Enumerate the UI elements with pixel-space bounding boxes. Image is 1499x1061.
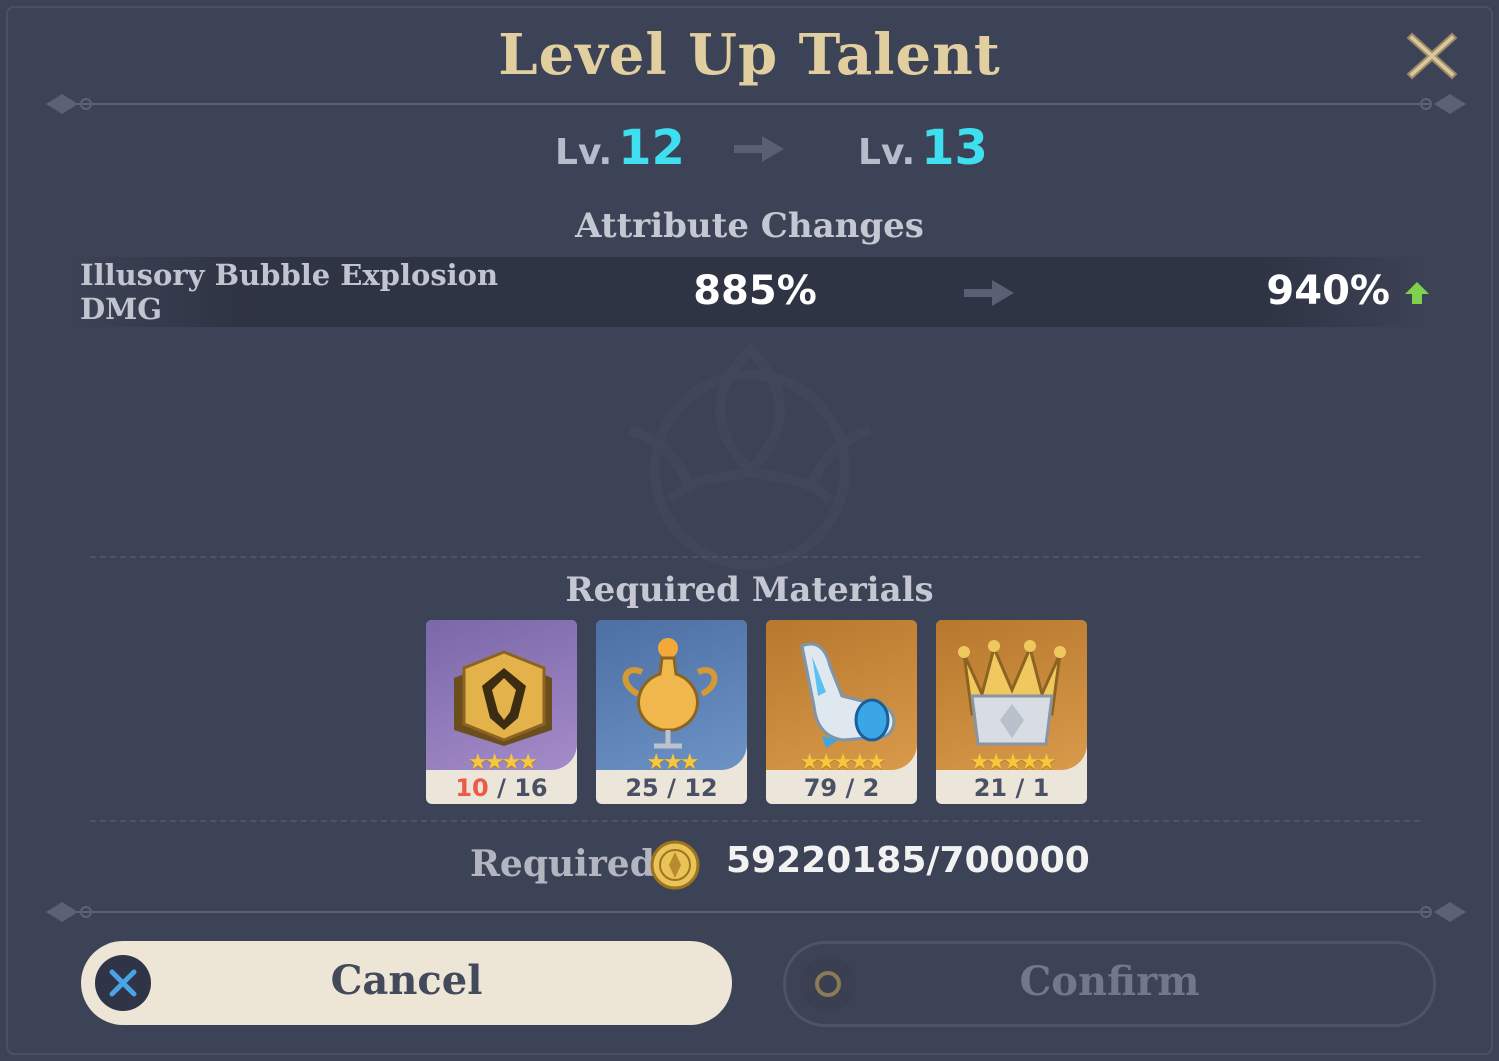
increase-arrow-icon xyxy=(1405,282,1429,304)
bottom-divider xyxy=(70,911,1430,913)
divider-ornament-left xyxy=(46,902,104,922)
material-crystal-slipper[interactable]: ★★★★★ 79 / 2 xyxy=(766,620,917,804)
talent-book-icon xyxy=(454,650,552,746)
divider-ornament-right xyxy=(1408,94,1466,114)
owned-count: 10 xyxy=(455,774,489,802)
attribute-new-value: 940% xyxy=(1266,268,1390,314)
divider-ornament-left xyxy=(46,94,104,114)
cancel-label: Cancel xyxy=(330,957,483,1004)
level-prefix: Lv. xyxy=(555,132,613,173)
crown-of-insight-icon xyxy=(958,640,1066,746)
attribute-arrow-icon xyxy=(964,280,1014,306)
materials-list: ★★★★ 10 / 16 ★★★ 25 / 12 ★★★★★ 79 / 2 ★★… xyxy=(426,620,1088,804)
close-button[interactable] xyxy=(1404,28,1460,84)
attribute-changes-heading: Attribute Changes xyxy=(575,206,924,246)
level-prefix: Lv. xyxy=(858,132,916,173)
attribute-name: Illusory Bubble Explosion DMG xyxy=(80,258,499,326)
rarity-stars: ★★★ xyxy=(646,750,699,775)
material-count: 25 / 12 xyxy=(625,774,718,802)
top-divider xyxy=(70,103,1430,105)
rarity-stars: ★★★★ xyxy=(468,750,538,775)
next-level: Lv. 13 xyxy=(858,120,988,176)
close-icon xyxy=(1406,32,1458,80)
dialog-title: Level Up Talent xyxy=(498,22,1001,88)
material-talent-book[interactable]: ★★★★ 10 / 16 xyxy=(426,620,577,804)
materials-bottom-dashed-divider xyxy=(90,820,1420,822)
confirm-label: Confirm xyxy=(1019,958,1200,1005)
rarity-stars: ★★★★★ xyxy=(799,750,887,775)
attribute-old-value: 885% xyxy=(693,268,817,314)
crystal-slipper-icon xyxy=(800,642,896,748)
material-count: 79 / 2 xyxy=(803,774,880,802)
current-level-value: 12 xyxy=(618,120,685,176)
material-count: 21 / 1 xyxy=(973,774,1050,802)
next-level-value: 13 xyxy=(921,120,988,176)
mora-required-value: 59220185/700000 xyxy=(726,840,1090,881)
cancel-button[interactable]: Cancel xyxy=(81,941,732,1025)
mora-required-label: Required xyxy=(470,843,655,885)
required-count: / 16 xyxy=(497,774,548,802)
material-nectar-vial[interactable]: ★★★ 25 / 12 xyxy=(596,620,747,804)
materials-top-dashed-divider xyxy=(90,556,1420,558)
element-emblem-icon xyxy=(628,342,872,570)
mora-coin-icon xyxy=(650,840,700,890)
material-crown-of-insight[interactable]: ★★★★★ 21 / 1 xyxy=(936,620,1087,804)
level-up-talent-dialog: Level Up Talent Lv. 12 Lv. 13 Attribute Ch… xyxy=(0,0,1499,1061)
confirm-button[interactable]: Confirm xyxy=(783,941,1436,1027)
rarity-stars: ★★★★★ xyxy=(969,750,1057,775)
required-materials-heading: Required Materials xyxy=(565,570,934,610)
current-level: Lv. 12 xyxy=(555,120,685,176)
level-arrow-icon xyxy=(734,136,784,162)
divider-ornament-right xyxy=(1408,902,1466,922)
material-count: 10 / 16 xyxy=(426,774,577,802)
nectar-vial-icon xyxy=(622,638,718,749)
